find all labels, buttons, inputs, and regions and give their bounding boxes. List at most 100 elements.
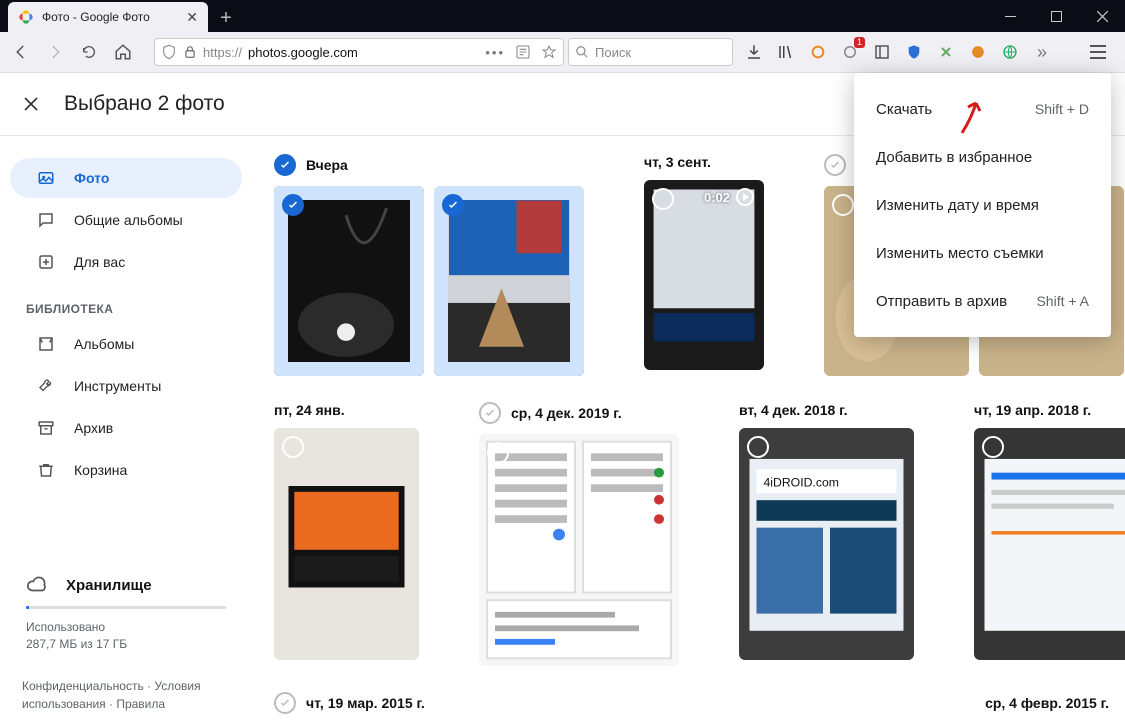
new-tab-button[interactable]: + [212,4,240,32]
sparkle-icon [36,252,56,272]
chat-icon [36,210,56,230]
menu-label: Изменить место съемки [876,245,1044,262]
window-minimize[interactable] [987,0,1033,32]
sidebar-item-albums[interactable]: Альбомы [10,324,242,364]
url-protocol: https:// [203,45,242,60]
extensions-row: 1 » [745,39,1119,65]
ext-tools-icon[interactable] [937,43,955,61]
browser-tab[interactable]: Фото - Google Фото ✕ [8,2,208,32]
ext-badge: 1 [854,37,865,48]
section-label: пт, 24 янв. [274,402,345,418]
shield-icon[interactable] [161,44,177,60]
sidebar-item-label: Корзина [74,462,127,478]
selected-check-icon[interactable] [442,194,464,216]
sidebar-item-label: Архив [74,420,113,436]
cloud-icon [26,574,48,596]
archive-icon [36,418,56,438]
sidebar-item-label: Инструменты [74,378,161,394]
legal-links[interactable]: Конфиденциальность · Условия использован… [0,677,252,725]
sidebar-item-archive[interactable]: Архив [10,408,242,448]
url-bar[interactable]: https://photos.google.com ••• [154,38,564,66]
section-label: ср, 4 февр. 2015 г. [985,695,1109,711]
download-icon[interactable] [745,43,763,61]
home-button[interactable] [108,37,138,67]
ext-swirl-icon[interactable] [809,43,827,61]
ext-more-icon[interactable]: » [1033,43,1051,61]
trash-icon [36,460,56,480]
app: Выбрано 2 фото Фото Общие альбомы Для ва… [0,73,1125,725]
section-head[interactable]: ср, 4 февр. 2015 г. [985,692,1109,714]
menu-shortcut: Shift + A [1036,293,1089,309]
sidebar-item-trash[interactable]: Корзина [10,450,242,490]
select-circle-icon[interactable] [487,442,509,464]
photo-thumb[interactable] [274,428,419,660]
sidebar-item-photos[interactable]: Фото [10,158,242,198]
menu-label: Отправить в архив [876,293,1007,310]
sidebar-item-utilities[interactable]: Инструменты [10,366,242,406]
select-circle-icon[interactable] [652,188,674,210]
menu-favorite[interactable]: Добавить в избранное [854,133,1111,181]
menu-download[interactable]: Скачать Shift + D [854,85,1111,133]
search-icon [575,45,589,59]
section-check-icon[interactable] [274,154,296,176]
photo-thumb[interactable]: 4iDROID.com [739,428,914,660]
selected-check-icon[interactable] [282,194,304,216]
menu-edit-datetime[interactable]: Изменить дату и время [854,181,1111,229]
select-circle-icon[interactable] [747,436,769,458]
reader-icon[interactable] [515,44,531,60]
select-circle-icon[interactable] [282,436,304,458]
section-head[interactable]: чт, 19 апр. 2018 г. [974,402,1125,418]
section-head[interactable]: вт, 4 дек. 2018 г. [739,402,914,418]
sidebar-item-foryou[interactable]: Для вас [10,242,242,282]
sidebar-item-sharing[interactable]: Общие альбомы [10,200,242,240]
section-label: чт, 3 сент. [644,154,711,170]
ext-ublock-icon[interactable] [905,43,923,61]
window-maximize[interactable] [1033,0,1079,32]
menu-shortcut: Shift + D [1035,101,1089,117]
album-icon [36,334,56,354]
page-actions-icon[interactable]: ••• [485,45,505,60]
section-check-icon[interactable] [824,154,846,176]
photo-thumb[interactable] [974,428,1125,660]
wrench-icon [36,376,56,396]
section-head[interactable]: чт, 19 мар. 2015 г. [274,692,425,714]
ext-sidebar-icon[interactable] [873,43,891,61]
photo-thumb[interactable] [434,186,584,376]
ext-orange-dot-icon[interactable] [969,43,987,61]
ext-globe-icon[interactable] [1001,43,1019,61]
section-head[interactable]: чт, 3 сент. [644,154,764,170]
search-bar[interactable]: Поиск [568,38,733,66]
sidebar-item-label: Для вас [74,254,125,270]
bookmark-star-icon[interactable] [541,44,557,60]
tab-close-icon[interactable]: ✕ [186,9,198,26]
storage-title: Хранилище [66,577,152,594]
search-placeholder: Поиск [595,45,631,60]
section-check-icon[interactable] [274,692,296,714]
photo-thumb[interactable] [479,434,679,666]
back-button[interactable] [6,37,36,67]
photo-thumb[interactable] [274,186,424,376]
forward-button[interactable] [40,37,70,67]
section-head[interactable]: пт, 24 янв. [274,402,419,418]
lock-icon[interactable] [183,45,197,59]
window-close[interactable] [1079,0,1125,32]
close-selection-icon[interactable] [22,95,40,113]
video-thumb[interactable]: 0:02 [644,180,764,370]
menu-label: Изменить дату и время [876,197,1039,214]
section-head-yesterday[interactable]: Вчера [274,154,584,176]
library-icon[interactable] [777,43,795,61]
ext-bell-icon[interactable]: 1 [841,43,859,61]
menu-edit-location[interactable]: Изменить место съемки [854,229,1111,277]
select-circle-icon[interactable] [832,194,854,216]
sidebar-item-label: Фото [74,170,109,186]
section-head[interactable]: ср, 4 дек. 2019 г. [479,402,679,424]
reload-button[interactable] [74,37,104,67]
menu-label: Добавить в избранное [876,149,1032,166]
section-check-icon[interactable] [479,402,501,424]
menu-archive[interactable]: Отправить в архив Shift + A [854,277,1111,325]
select-circle-icon[interactable] [982,436,1004,458]
play-icon [736,188,754,206]
hamburger-menu[interactable] [1085,39,1111,65]
selection-title: Выбрано 2 фото [64,92,225,116]
sidebar: Фото Общие альбомы Для вас БИБЛИОТЕКА Ал… [0,136,252,725]
